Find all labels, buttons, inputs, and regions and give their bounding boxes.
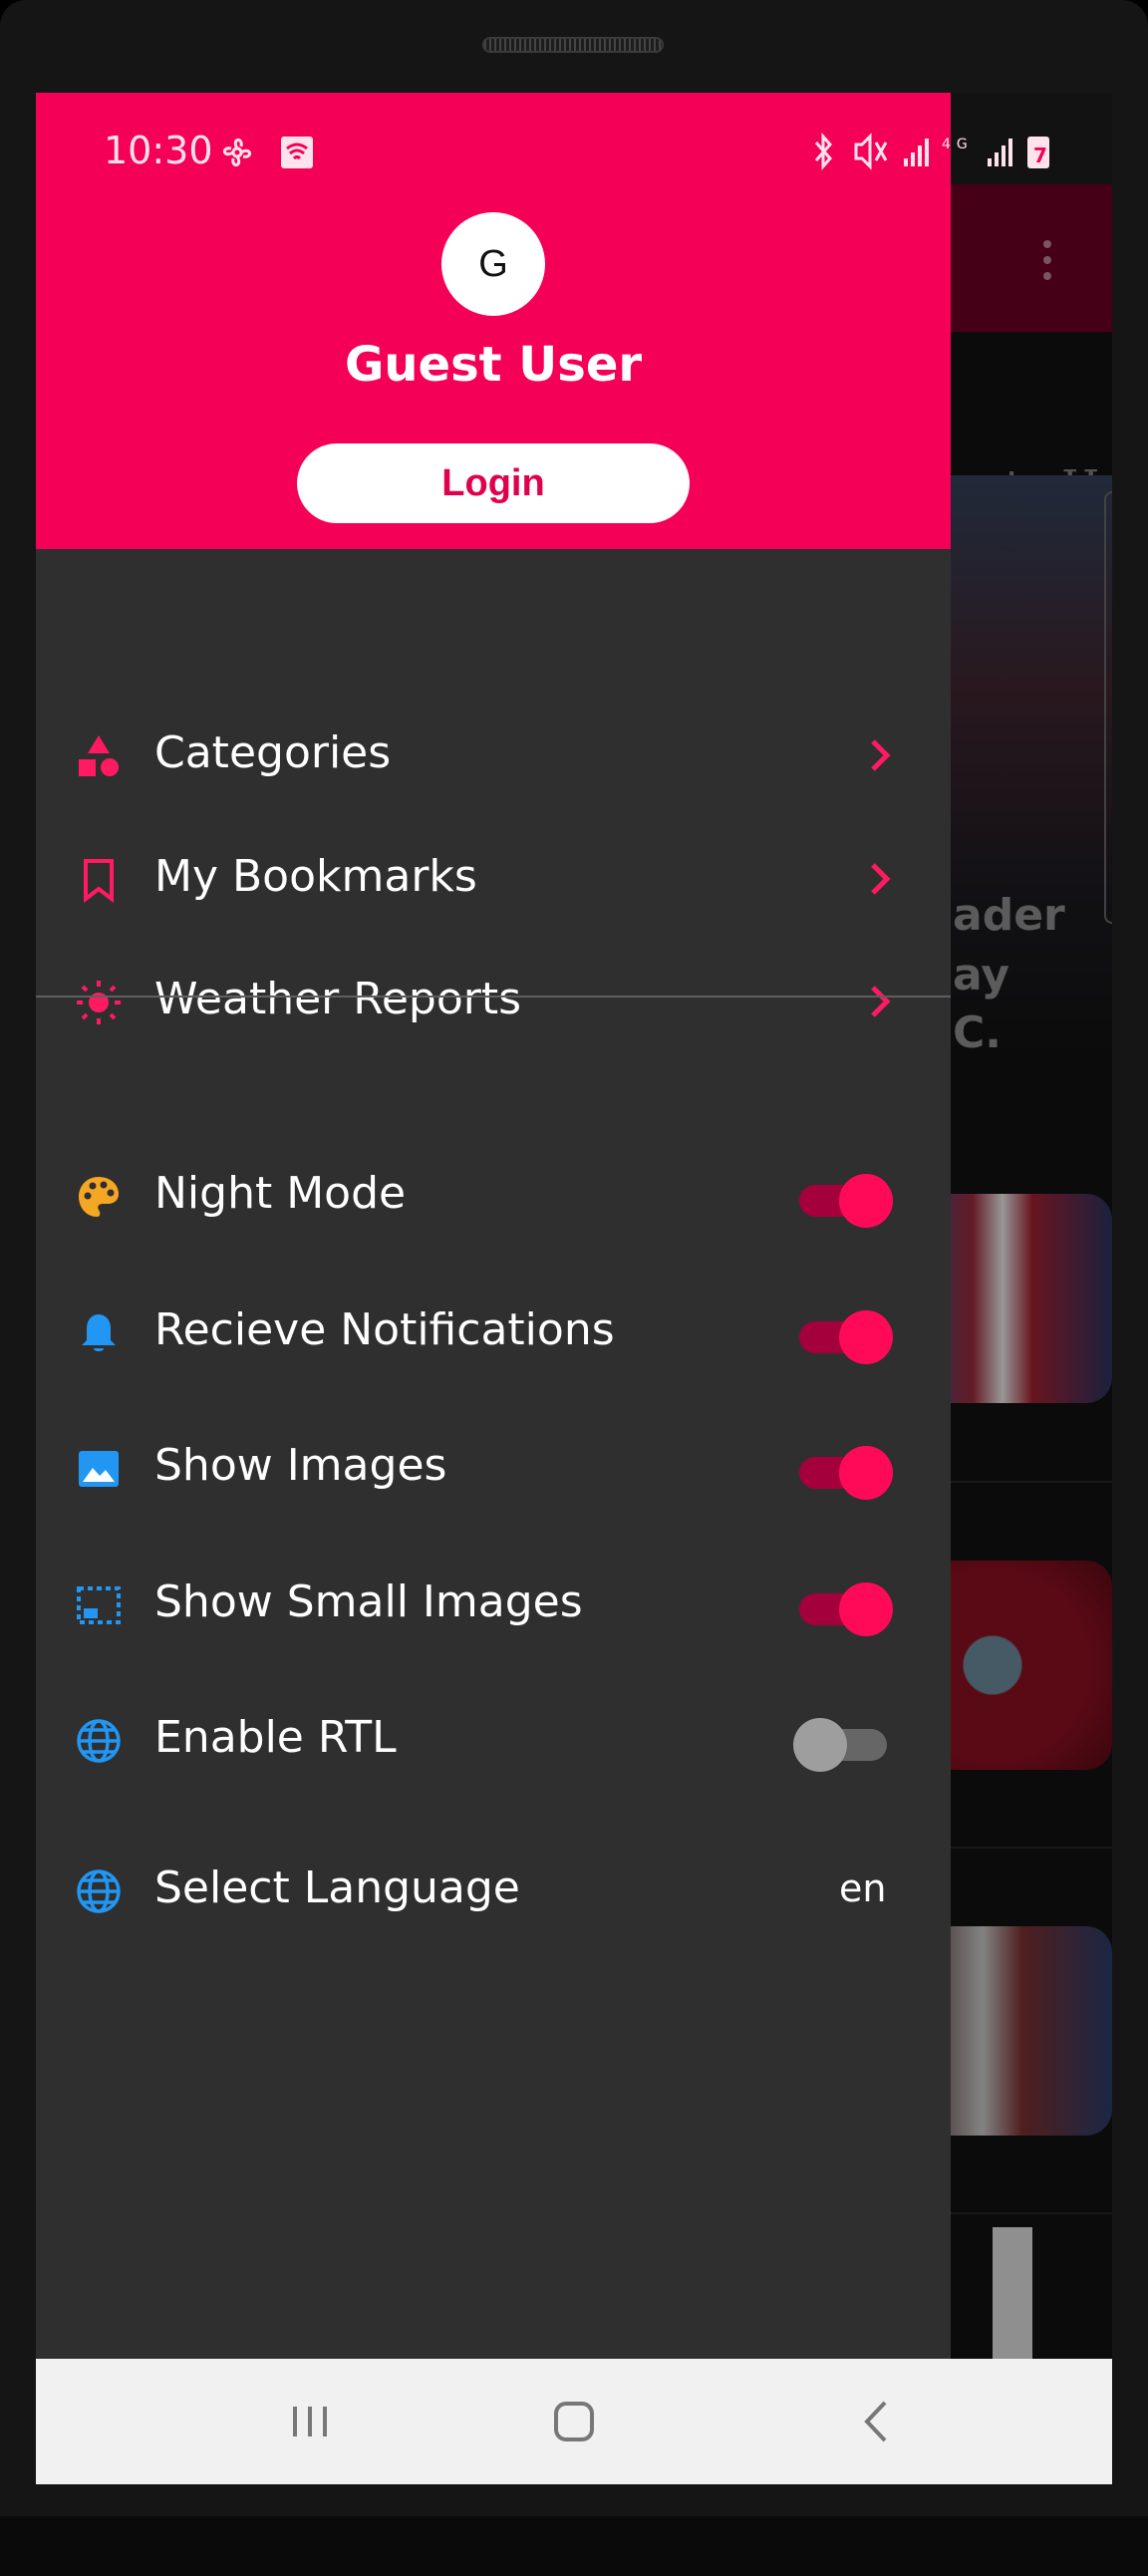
category-shapes-icon xyxy=(79,735,119,776)
drawer-divider xyxy=(36,996,951,998)
setting-notifications[interactable]: Recieve Notifications xyxy=(36,1273,951,1392)
status-time: 10:30 xyxy=(104,129,213,172)
chevron-right-icon xyxy=(871,863,891,895)
menu-item-bookmarks[interactable]: My Bookmarks xyxy=(36,819,951,939)
setting-label: Recieve Notifications xyxy=(154,1304,615,1355)
menu-item-label: Categories xyxy=(154,727,392,778)
status-right-icons: 4G 7 xyxy=(808,131,1107,182)
menu-item-categories[interactable]: Categories xyxy=(36,696,951,815)
menu-item-label: Weather Reports xyxy=(154,974,522,1024)
setting-select-language[interactable]: Select Language en xyxy=(36,1831,951,1950)
navigation-drawer: 10:30 4G 7 G Guest User Login Categories… xyxy=(36,93,1049,2359)
setting-show-images[interactable]: Show Images xyxy=(36,1408,951,1528)
bell-icon xyxy=(82,1314,116,1351)
fan-icon xyxy=(223,137,313,168)
chevron-right-icon xyxy=(871,986,891,1017)
setting-label: Show Images xyxy=(154,1440,447,1491)
phone-frame: ent He ader ay C. 10:30 xyxy=(0,0,1148,2576)
setting-label: Enable RTL xyxy=(154,1712,397,1763)
globe-icon xyxy=(77,1869,121,1913)
small-image-icon xyxy=(77,1586,121,1624)
chevron-right-icon xyxy=(871,739,891,771)
image-icon xyxy=(79,1451,119,1487)
night-mode-toggle[interactable] xyxy=(793,1174,893,1228)
show-small-images-toggle[interactable] xyxy=(793,1582,893,1636)
sun-icon xyxy=(77,981,121,1024)
phone-bezel-bottom xyxy=(0,2516,1148,2576)
setting-label: Night Mode xyxy=(154,1168,407,1219)
home-icon[interactable] xyxy=(539,2389,609,2454)
setting-enable-rtl[interactable]: Enable RTL xyxy=(36,1680,951,1800)
login-button[interactable]: Login xyxy=(297,443,690,523)
setting-label: Select Language xyxy=(154,1862,520,1913)
drawer-header: 10:30 4G 7 G Guest User Login xyxy=(36,93,1049,549)
notifications-toggle[interactable] xyxy=(793,1310,893,1364)
rtl-toggle[interactable] xyxy=(793,1718,893,1772)
status-icons: 4G 7 xyxy=(814,133,1053,170)
system-nav-bar xyxy=(36,2359,1112,2484)
bookmark-icon xyxy=(84,859,114,903)
menu-item-weather[interactable]: Weather Reports xyxy=(36,942,951,1061)
drawer-scrim[interactable] xyxy=(951,184,1112,2359)
status-left-icons xyxy=(217,133,327,180)
speaker-grille xyxy=(482,37,664,53)
recent-apps-icon[interactable] xyxy=(275,2389,345,2454)
screen: ent He ader ay C. 10:30 xyxy=(36,93,1112,2484)
show-images-toggle[interactable] xyxy=(793,1446,893,1500)
menu-item-label: My Bookmarks xyxy=(154,851,477,902)
language-value[interactable]: en xyxy=(839,1866,886,1910)
globe-icon xyxy=(77,1719,121,1763)
user-name: Guest User xyxy=(344,337,643,393)
palette-icon xyxy=(79,1177,119,1217)
setting-label: Show Small Images xyxy=(154,1576,583,1627)
back-icon[interactable] xyxy=(843,2389,913,2454)
setting-show-small-images[interactable]: Show Small Images xyxy=(36,1545,951,1664)
avatar[interactable]: G xyxy=(441,212,545,316)
svg-text:4G: 4G xyxy=(942,137,974,152)
setting-night-mode[interactable]: Night Mode xyxy=(36,1136,951,1256)
svg-text:7: 7 xyxy=(1033,143,1053,167)
